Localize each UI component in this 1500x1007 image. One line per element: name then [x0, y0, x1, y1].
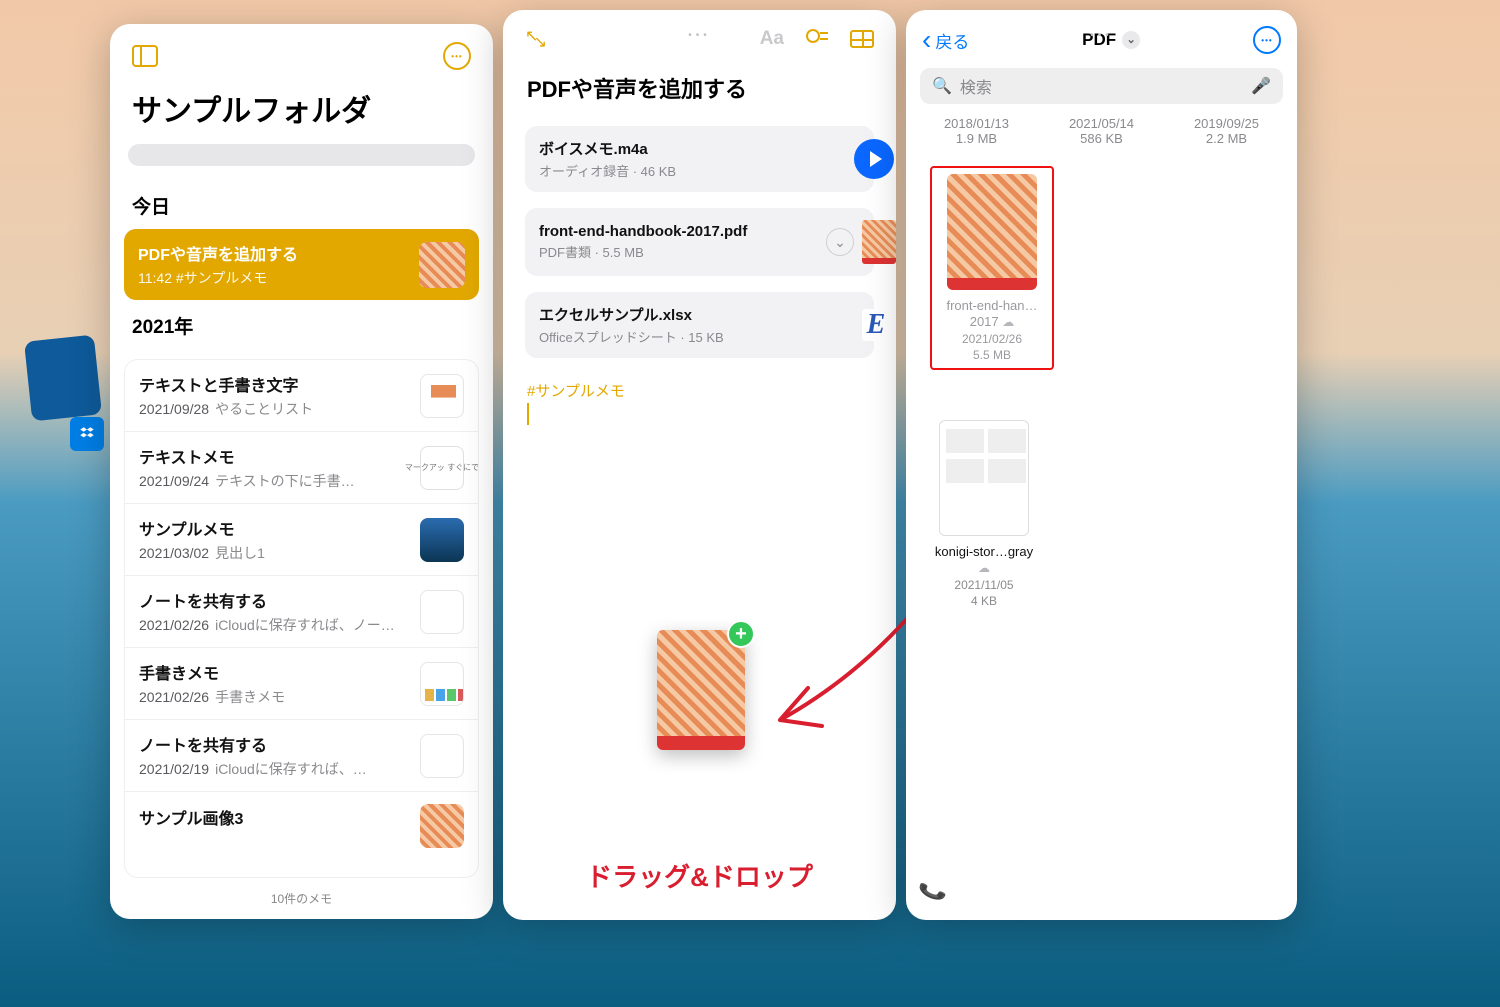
highlight-box: front-end-han…2017 ☁︎ 2021/02/26 5.5 MB — [930, 166, 1054, 370]
selected-note-title: PDFや音声を追加する — [138, 241, 407, 265]
mic-icon[interactable]: 🎤 — [1251, 76, 1271, 96]
attachment-title: エクセルサンプル.xlsx — [539, 304, 850, 325]
note-title: テキストと手書き文字 — [139, 372, 408, 396]
note-row[interactable]: サンプルメモ 2021/03/02見出し1 — [125, 504, 478, 576]
note-editor-panel: ••• Aa PDFや音声を追加する ボイスメモ.m4a オーディオ録音 · 4… — [503, 10, 896, 920]
attachment-title: ボイスメモ.m4a — [539, 138, 842, 159]
back-button[interactable]: 戻る — [922, 28, 969, 53]
file-name: front-end-han…2017 ☁︎ — [938, 298, 1046, 330]
note-count: 10件のメモ — [110, 878, 493, 919]
search-icon: 🔍 — [932, 76, 952, 96]
note-thumb — [420, 662, 464, 706]
expand-icon[interactable] — [525, 28, 547, 50]
note-sub: 2021/02/19iCloudに保存すれば、… — [139, 759, 408, 779]
excel-icon: E — [862, 309, 894, 341]
note-sub: 2021/03/02見出し1 — [139, 543, 408, 563]
note-row[interactable]: テキストと手書き文字 2021/09/28やることリスト — [125, 360, 478, 432]
attachment-xlsx[interactable]: エクセルサンプル.xlsx Officeスプレッドシート · 15 KB E — [525, 292, 874, 358]
attachment-audio[interactable]: ボイスメモ.m4a オーディオ録音 · 46 KB — [525, 126, 874, 192]
note-sub: 2021/02/26手書きメモ — [139, 687, 408, 707]
note-thumb — [420, 804, 464, 848]
section-year: 2021年 — [110, 300, 493, 349]
hashtag[interactable]: #サンプルメモ — [503, 374, 896, 401]
table-icon[interactable] — [850, 30, 874, 48]
more-icon[interactable]: ••• — [1253, 26, 1281, 54]
notes-list: テキストと手書き文字 2021/09/28やることリスト テキストメモ 2021… — [124, 359, 479, 878]
note-row[interactable]: ノートを共有する 2021/02/26iCloudに保存すれば、ノートだ… — [125, 576, 478, 648]
file-date: 2021/11/05 — [930, 578, 1038, 592]
note-row-selected[interactable]: PDFや音声を追加する 11:42 #サンプルメモ — [124, 229, 479, 300]
file-date: 2021/02/26 — [938, 332, 1046, 346]
more-icon[interactable]: ••• — [443, 42, 471, 70]
play-icon[interactable] — [854, 139, 894, 179]
note-title: 手書きメモ — [139, 660, 408, 684]
search-placeholder-bar[interactable] — [128, 144, 475, 166]
sidebar-toggle-icon[interactable] — [132, 45, 158, 67]
note-row[interactable]: テキストメモ 2021/09/24テキストの下に手書… マークアッ すぐにで — [125, 432, 478, 504]
attachment-sub: PDF書類 · 5.5 MB — [539, 242, 814, 261]
note-sub: 2021/09/28やることリスト — [139, 399, 408, 419]
note-title: ノートを共有する — [139, 732, 408, 756]
file-item[interactable]: konigi-stor…gray ☁︎ 2021/11/05 4 KB — [930, 420, 1038, 608]
note-sub: 2021/09/24テキストの下に手書… — [139, 471, 408, 491]
note-title: テキストメモ — [139, 444, 408, 468]
text-cursor — [527, 403, 529, 425]
attachment-sub: Officeスプレッドシート · 15 KB — [539, 327, 850, 346]
note-sub — [139, 832, 408, 848]
annotation-caption: ドラッグ&ドロップ — [503, 857, 896, 894]
cloud-icon: ☁︎ — [1002, 315, 1014, 329]
note-thumb — [420, 518, 464, 562]
file-item[interactable]: front-end-han…2017 ☁︎ 2021/02/26 5.5 MB — [938, 174, 1046, 362]
search-field[interactable]: 🔍 検索 🎤 — [920, 68, 1283, 104]
file-meta-row: 2018/01/131.9 MB 2021/05/14586 KB 2019/0… — [906, 116, 1297, 166]
note-title: サンプルメモ — [139, 516, 408, 540]
search-placeholder: 検索 — [960, 74, 1243, 98]
grab-handle-icon[interactable]: ••• — [688, 30, 711, 41]
note-row[interactable]: サンプル画像3 — [125, 792, 478, 860]
chevron-down-icon[interactable] — [826, 228, 854, 256]
file-size: 4 KB — [930, 594, 1038, 608]
cloud-icon: ☁︎ — [978, 561, 990, 575]
attachment-title: front-end-handbook-2017.pdf — [539, 223, 814, 240]
note-title: ノートを共有する — [139, 588, 408, 612]
selected-note-sub: 11:42 #サンプルメモ — [138, 268, 407, 288]
attachment-sub: オーディオ録音 · 46 KB — [539, 161, 842, 180]
text-style-icon[interactable]: Aa — [760, 28, 784, 50]
pdf-thumb-icon — [862, 220, 896, 264]
chevron-down-icon[interactable] — [1122, 31, 1140, 49]
note-row[interactable]: ノートを共有する 2021/02/19iCloudに保存すれば、… — [125, 720, 478, 792]
plus-badge-icon: + — [727, 620, 755, 648]
attachment-pdf[interactable]: front-end-handbook-2017.pdf PDF書類 · 5.5 … — [525, 208, 874, 276]
dropbox-widget-bg — [24, 335, 102, 422]
file-name: konigi-stor…gray ☁︎ — [930, 544, 1038, 576]
note-thumb — [420, 590, 464, 634]
section-today: 今日 — [110, 180, 493, 229]
dragging-file-preview[interactable]: + — [657, 630, 745, 750]
folder-title: サンプルフォルダ — [110, 76, 493, 144]
checklist-icon[interactable] — [806, 29, 828, 49]
selected-note-thumb — [419, 242, 465, 288]
file-thumb — [947, 174, 1037, 290]
note-title-heading: PDFや音声を追加する — [503, 58, 896, 126]
note-title: サンプル画像3 — [139, 805, 408, 829]
note-thumb — [420, 374, 464, 418]
handoff-icon[interactable]: 📞 — [916, 875, 948, 907]
note-sub: 2021/02/26iCloudに保存すれば、ノートだ… — [139, 615, 408, 635]
file-size: 5.5 MB — [938, 348, 1046, 362]
file-thumb — [939, 420, 1029, 536]
note-thumb — [420, 734, 464, 778]
note-thumb: マークアッ すぐにで — [420, 446, 464, 490]
dropbox-icon[interactable] — [70, 417, 104, 451]
files-panel: ••• 戻る PDF ••• 🔍 検索 🎤 2018/01/131.9 MB 2… — [906, 10, 1297, 920]
notes-sidebar-panel: ••• サンプルフォルダ 今日 PDFや音声を追加する 11:42 #サンプルメ… — [110, 24, 493, 919]
note-row[interactable]: 手書きメモ 2021/02/26手書きメモ — [125, 648, 478, 720]
grab-handle-icon[interactable]: ••• — [1090, 30, 1113, 41]
